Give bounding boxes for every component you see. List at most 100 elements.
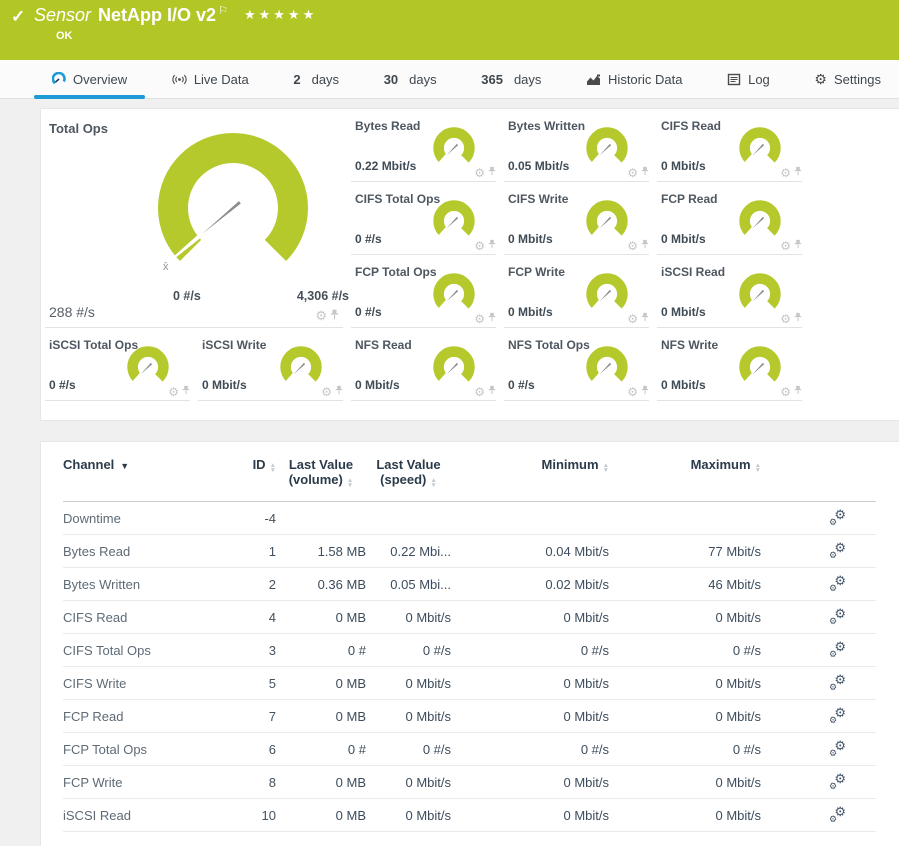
- last-value-speed: [366, 502, 451, 535]
- channel-name[interactable]: FCP Total Ops: [63, 733, 231, 766]
- column-maximum[interactable]: Maximum▲▼: [609, 442, 761, 502]
- gauge-card[interactable]: NFS Total Ops 0 #/s ⚙: [504, 328, 649, 401]
- pin-icon[interactable]: [488, 166, 496, 179]
- edit-channel-gears-icon[interactable]: ⚙ ⚙: [830, 773, 846, 789]
- gear-icon[interactable]: ⚙: [627, 386, 638, 398]
- channel-name[interactable]: FCP Read: [63, 700, 231, 733]
- edit-channel-gears-icon[interactable]: ⚙ ⚙: [830, 806, 846, 822]
- pin-icon[interactable]: [182, 385, 190, 398]
- column-channel[interactable]: Channel▼: [63, 442, 231, 502]
- pin-icon[interactable]: [794, 312, 802, 325]
- channel-name[interactable]: CIFS Total Ops: [63, 634, 231, 667]
- minimum-value: 0 Mbit/s: [451, 700, 609, 733]
- tab-log[interactable]: Log: [717, 60, 780, 98]
- sort-icon: ▲▼: [347, 478, 353, 488]
- gear-icon[interactable]: ⚙: [474, 313, 485, 325]
- total-ops-gauge: [153, 128, 313, 288]
- table-row: FCP Total Ops 6 0 # 0 #/s 0 #/s 0 #/s ⚙ …: [63, 733, 876, 766]
- flag-icon[interactable]: ⚐: [218, 5, 228, 17]
- gauge-card[interactable]: FCP Write 0 Mbit/s ⚙: [504, 255, 649, 328]
- edit-channel-gears-icon[interactable]: ⚙ ⚙: [830, 674, 846, 690]
- gauge-title: iSCSI Read: [661, 265, 725, 279]
- pin-icon[interactable]: [794, 385, 802, 398]
- tab-365-days[interactable]: 365days: [471, 60, 551, 98]
- gear-icon[interactable]: ⚙: [780, 240, 791, 252]
- maximum-value: 0 Mbit/s: [609, 700, 761, 733]
- pin-icon[interactable]: [330, 309, 339, 322]
- gear-icon[interactable]: ⚙: [780, 167, 791, 179]
- gauge-card[interactable]: CIFS Write 0 Mbit/s ⚙: [504, 182, 649, 255]
- tab-overview[interactable]: Overview: [42, 60, 137, 98]
- gear-icon[interactable]: ⚙: [321, 386, 332, 398]
- gauge-card[interactable]: iSCSI Total Ops 0 #/s ⚙: [45, 328, 190, 401]
- tab-settings[interactable]: ⚙ Settings: [804, 60, 891, 98]
- channel-name[interactable]: CIFS Write: [63, 667, 231, 700]
- channel-name[interactable]: Bytes Read: [63, 535, 231, 568]
- gauge-card[interactable]: FCP Read 0 Mbit/s ⚙: [657, 182, 802, 255]
- pin-icon[interactable]: [794, 239, 802, 252]
- gauge-card[interactable]: CIFS Total Ops 0 #/s ⚙: [351, 182, 496, 255]
- maximum-value: 0 Mbit/s: [609, 601, 761, 634]
- table-row: CIFS Total Ops 3 0 # 0 #/s 0 #/s 0 #/s ⚙…: [63, 634, 876, 667]
- gear-icon[interactable]: ⚙: [627, 313, 638, 325]
- gear-icon: ⚙: [814, 71, 827, 88]
- pin-icon[interactable]: [335, 385, 343, 398]
- gauge-card[interactable]: FCP Total Ops 0 #/s ⚙: [351, 255, 496, 328]
- edit-channel-gears-icon[interactable]: ⚙ ⚙: [830, 608, 846, 624]
- channel-name[interactable]: iSCSI Read: [63, 799, 231, 832]
- gear-icon[interactable]: ⚙: [474, 386, 485, 398]
- gauge-card[interactable]: iSCSI Read 0 Mbit/s ⚙: [657, 255, 802, 328]
- pin-icon[interactable]: [488, 239, 496, 252]
- edit-channel-gears-icon[interactable]: ⚙ ⚙: [830, 641, 846, 657]
- tab-live-data[interactable]: Live Data: [162, 60, 259, 98]
- gauge: [581, 195, 633, 247]
- pin-icon[interactable]: [488, 385, 496, 398]
- channel-name[interactable]: FCP Write: [63, 766, 231, 799]
- channel-name[interactable]: CIFS Read: [63, 601, 231, 634]
- channel-name[interactable]: Downtime: [63, 502, 231, 535]
- gauge-card[interactable]: iSCSI Write 0 Mbit/s ⚙: [198, 328, 343, 401]
- gauge-card[interactable]: NFS Read 0 Mbit/s ⚙: [351, 328, 496, 401]
- channel-name[interactable]: Bytes Written: [63, 568, 231, 601]
- column-id[interactable]: ID▲▼: [231, 442, 276, 502]
- gauge-card[interactable]: Bytes Written 0.05 Mbit/s ⚙: [504, 109, 649, 182]
- gauge-card[interactable]: CIFS Read 0 Mbit/s ⚙: [657, 109, 802, 182]
- gauge-value: 0 Mbit/s: [661, 159, 706, 173]
- gear-icon[interactable]: ⚙: [168, 386, 179, 398]
- priority-stars[interactable]: ★★★★★: [244, 7, 317, 22]
- pin-icon[interactable]: [641, 239, 649, 252]
- table-row: Bytes Read 1 1.58 MB 0.22 Mbi... 0.04 Mb…: [63, 535, 876, 568]
- tab-2-days[interactable]: 2days: [283, 60, 349, 98]
- edit-channel-gears-icon[interactable]: ⚙ ⚙: [830, 707, 846, 723]
- tab-30-days[interactable]: 30days: [374, 60, 447, 98]
- gear-icon[interactable]: ⚙: [315, 309, 327, 322]
- gauge-value: 288 #/s: [49, 304, 95, 320]
- column-minimum[interactable]: Minimum▲▼: [451, 442, 609, 502]
- gauge: [428, 195, 480, 247]
- last-value-volume: 0 MB: [276, 799, 366, 832]
- tab-historic-data[interactable]: Historic Data: [576, 60, 692, 98]
- pin-icon[interactable]: [641, 385, 649, 398]
- gauge-value: 0 Mbit/s: [508, 305, 553, 319]
- edit-channel-gears-icon[interactable]: ⚙ ⚙: [830, 509, 846, 525]
- last-value-volume: 0 #: [276, 733, 366, 766]
- gear-icon[interactable]: ⚙: [780, 386, 791, 398]
- edit-channel-gears-icon[interactable]: ⚙ ⚙: [830, 575, 846, 591]
- edit-channel-gears-icon[interactable]: ⚙ ⚙: [830, 740, 846, 756]
- pin-icon[interactable]: [641, 166, 649, 179]
- gauge-card[interactable]: NFS Write 0 Mbit/s ⚙: [657, 328, 802, 401]
- main-gauge-card[interactable]: Total Ops x̄ 0 #/s 4,306 #/s 288 #/s ⚙: [45, 109, 343, 328]
- minimum-value: 0 #/s: [451, 733, 609, 766]
- pin-icon[interactable]: [488, 312, 496, 325]
- gauge-card[interactable]: Bytes Read 0.22 Mbit/s ⚙: [351, 109, 496, 182]
- gear-icon[interactable]: ⚙: [780, 313, 791, 325]
- pin-icon[interactable]: [641, 312, 649, 325]
- edit-channel-gears-icon[interactable]: ⚙ ⚙: [830, 542, 846, 558]
- gear-icon[interactable]: ⚙: [627, 167, 638, 179]
- gear-icon[interactable]: ⚙: [627, 240, 638, 252]
- pin-icon[interactable]: [794, 166, 802, 179]
- column-last-value-volume[interactable]: Last Value (volume)▲▼: [276, 442, 366, 502]
- gear-icon[interactable]: ⚙: [474, 240, 485, 252]
- gear-icon[interactable]: ⚙: [474, 167, 485, 179]
- column-last-value-speed[interactable]: Last Value (speed)▲▼: [366, 442, 451, 502]
